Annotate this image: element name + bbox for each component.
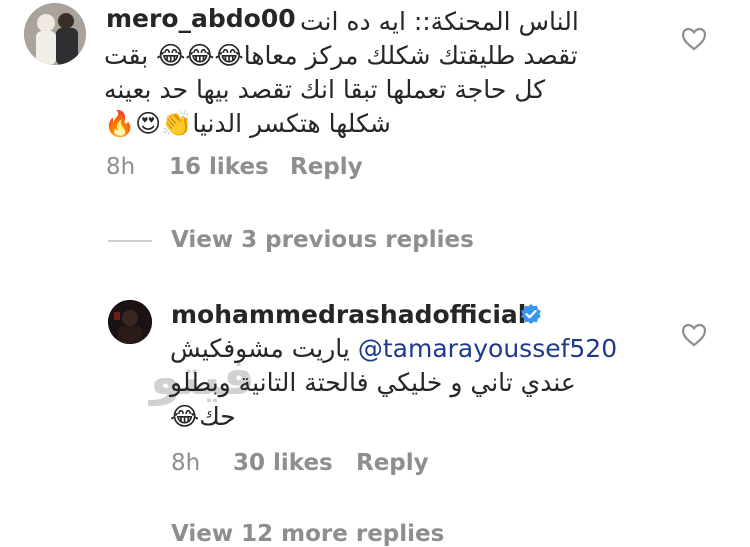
comment-text: @tamarayoussef520 ياريت مشوفكيش عندي تان… (170, 332, 640, 434)
avatar[interactable] (108, 300, 152, 344)
view-previous-replies-link[interactable]: View 3 previous replies (171, 227, 474, 253)
divider (108, 240, 152, 242)
likes-count[interactable]: 30 likes (233, 450, 333, 476)
comment-line: تقصد طليقتك شكلك مركز معاها😂😂😂 بقت (104, 41, 578, 70)
comment-line: كل حاجة تعملها تبقا انك تقصد بيها حد بعي… (104, 75, 546, 104)
heart-icon[interactable] (681, 323, 707, 347)
heart-icon[interactable] (681, 27, 707, 51)
reply-button[interactable]: Reply (356, 450, 429, 476)
comment-line: شكلها هتكسر الدنيا👏😍🔥 (104, 109, 391, 138)
comment-line: @tamarayoussef520 ياريت مشوفكيش (170, 332, 640, 366)
comment-time: 8h (171, 450, 201, 476)
verified-badge-icon (521, 304, 541, 324)
comment-line: حك😂 (170, 402, 236, 431)
comment-line-text: ياريت مشوفكيش (170, 334, 350, 363)
likes-count[interactable]: 16 likes (169, 154, 269, 180)
view-more-replies-link[interactable]: View 12 more replies (171, 521, 444, 547)
reply-button[interactable]: Reply (290, 154, 363, 180)
comment-line: الناس المحنكة:: ايه ده انت (300, 7, 579, 36)
avatar[interactable] (24, 3, 86, 65)
comment-line: عندي تاني و خليكي فالحتة التانية وبطلو (170, 368, 576, 397)
comment-text: الناس المحنكة:: ايه ده انت تقصد طليقتك ش… (104, 5, 664, 141)
mention-link[interactable]: @tamarayoussef520 (358, 334, 617, 363)
comment-time: 8h (106, 154, 136, 180)
comment-username[interactable]: mohammedrashadofficial (171, 300, 526, 329)
